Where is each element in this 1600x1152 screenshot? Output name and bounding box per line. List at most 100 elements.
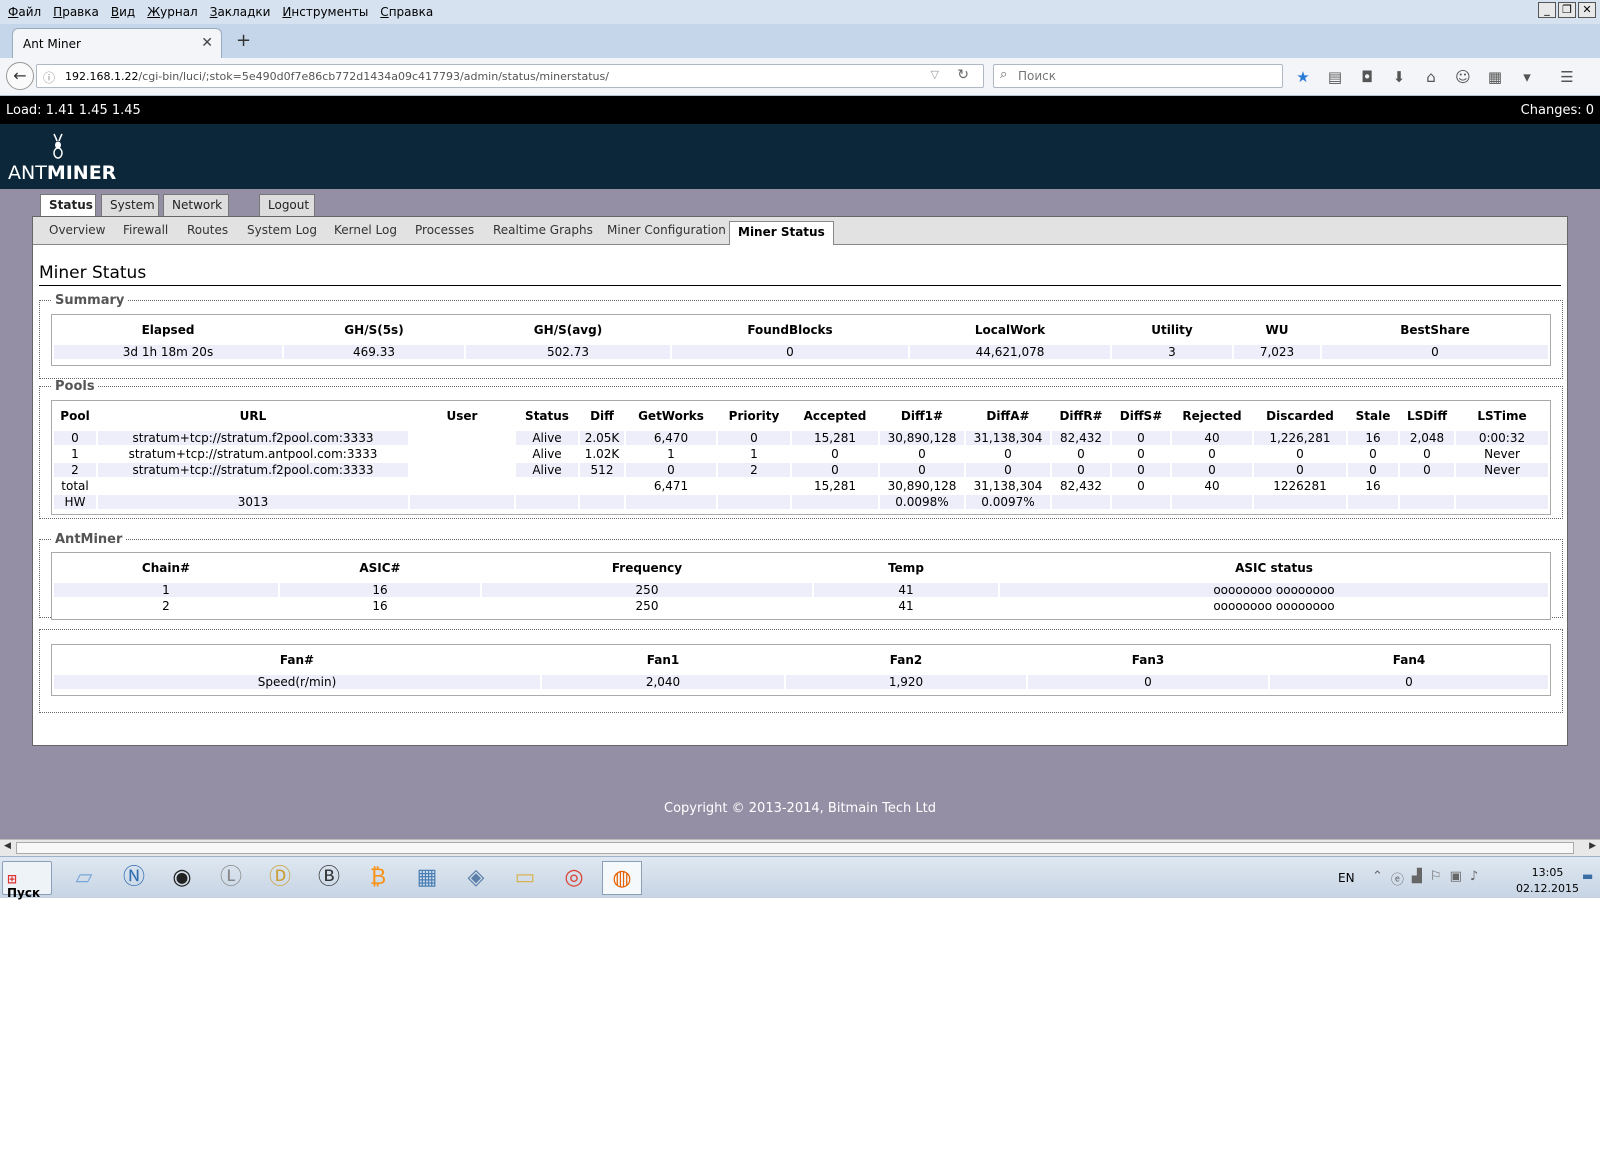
notepad-app-icon[interactable]: ▱ <box>64 861 104 895</box>
pool-lsdiff-cell <box>1400 479 1454 493</box>
pools-header: Accepted <box>803 409 867 423</box>
pool-accepted-cell <box>792 495 878 509</box>
changes-count[interactable]: Changes: 0 <box>1521 103 1594 118</box>
subtab-kernel-log[interactable]: Kernel Log <box>334 223 397 237</box>
pool-diff1-cell: 30,890,128 <box>880 431 964 445</box>
menu-file[interactable]: Файл <box>8 5 41 19</box>
menu-history[interactable]: Журнал <box>147 5 198 19</box>
addon-icon[interactable]: ▦ <box>1484 66 1506 88</box>
pools-header: LSDiff <box>1406 409 1448 423</box>
bookmarks-list-icon[interactable]: ▤ <box>1324 66 1346 88</box>
tab-status[interactable]: Status <box>40 194 96 217</box>
horizontal-scrollbar[interactable]: ◀ ▶ <box>0 839 1600 856</box>
show-desktop-icon[interactable]: ▬ <box>1582 869 1596 887</box>
pools-header: Status <box>525 409 569 423</box>
brand-bar: ANTMINER <box>0 124 1600 189</box>
litecoin-app-icon[interactable]: Ⓛ <box>211 861 251 895</box>
virtualbox-app-icon[interactable]: ◈ <box>456 861 496 895</box>
eye-app-icon[interactable]: ◉ <box>162 861 202 895</box>
security-icon[interactable]: ▣ <box>1450 869 1462 888</box>
pool-status-cell <box>516 479 578 493</box>
url-bar[interactable]: ⓘ 192.168.1.22/cgi-bin/luci/;stok=5e490d… <box>36 64 984 88</box>
pools-header: Stale <box>1355 409 1391 423</box>
url-dropdown-icon[interactable]: ▽ <box>931 68 939 81</box>
scroll-right-icon[interactable]: ▶ <box>1589 841 1596 851</box>
pool-lsdiff-cell: 0 <box>1400 463 1454 477</box>
page-title: Miner Status <box>39 263 147 283</box>
tab-logout[interactable]: Logout <box>259 194 315 216</box>
menu-view[interactable]: Вид <box>111 5 135 19</box>
antminer-header: Frequency <box>611 561 683 575</box>
bitcoin-app-icon[interactable]: ₿ <box>358 861 398 895</box>
pool-lstime-cell: Never <box>1456 447 1548 461</box>
minimize-icon[interactable]: _ <box>1538 2 1556 18</box>
pool-rejected-cell: 0 <box>1172 463 1252 477</box>
menu-edit[interactable]: Правка <box>53 5 99 19</box>
hamburger-menu-icon[interactable]: ☰ <box>1556 66 1578 88</box>
main-panel: Overview Firewall Routes System Log Kern… <box>32 216 1568 746</box>
fans-table: Fan# Fan1 Fan2 Fan3 Fan4 Speed(r/min) 2,… <box>51 644 1551 696</box>
search-placeholder: Поиск <box>1018 69 1057 83</box>
flag-icon[interactable]: ⚐ <box>1430 869 1442 888</box>
back-icon[interactable]: ← <box>6 62 34 90</box>
site-info-icon[interactable]: ⓘ <box>43 69 55 86</box>
subtab-system-log[interactable]: System Log <box>247 223 317 237</box>
logo-text-ant: ANT <box>8 162 47 184</box>
bookmark-star-icon[interactable]: ★ <box>1292 66 1314 88</box>
search-input[interactable]: ⌕ Поиск <box>993 64 1283 88</box>
pool-diffr-cell <box>1052 495 1110 509</box>
calculator-app-icon[interactable]: ▦ <box>407 861 447 895</box>
chat-icon[interactable]: ☺ <box>1452 66 1474 88</box>
menu-bookmarks[interactable]: Закладки <box>210 5 271 19</box>
summary-row: 3d 1h 18m 20s 469.33 502.73 0 44,621,078… <box>54 345 1548 359</box>
explorer-app-icon[interactable]: ▭ <box>505 861 545 895</box>
subtab-overview[interactable]: Overview <box>49 223 106 237</box>
subtab-miner-status[interactable]: Miner Status <box>729 221 834 245</box>
bitcoin-classic-app-icon[interactable]: Ⓑ <box>309 861 349 895</box>
home-icon[interactable]: ⌂ <box>1420 66 1442 88</box>
pool-accepted-cell: 0 <box>792 463 878 477</box>
dogecoin-app-icon[interactable]: Ⓓ <box>260 861 300 895</box>
subtab-routes[interactable]: Routes <box>187 223 228 237</box>
restore-icon[interactable]: ❐ <box>1558 2 1576 18</box>
summary-table: Elapsed GH/S(5s) GH/S(avg) FoundBlocks L… <box>51 314 1551 366</box>
tray-expand-icon[interactable]: ⌃ <box>1372 869 1383 888</box>
firefox-app-icon[interactable]: ◍ <box>602 861 642 895</box>
new-tab-icon[interactable]: + <box>236 30 251 51</box>
pool-discarded-cell: 0 <box>1254 447 1346 461</box>
pools-header: Discarded <box>1266 409 1334 423</box>
scroll-left-icon[interactable]: ◀ <box>4 841 11 851</box>
subtab-processes[interactable]: Processes <box>415 223 474 237</box>
scrollbar-thumb[interactable] <box>16 842 1574 854</box>
menu-help[interactable]: Справка <box>380 5 433 19</box>
start-button[interactable]: ⊞ Пуск <box>2 861 52 900</box>
tab-network[interactable]: Network <box>163 194 229 216</box>
pool-pool-cell: 1 <box>54 447 96 461</box>
language-indicator[interactable]: EN <box>1338 871 1355 885</box>
summary-header: Elapsed <box>141 323 195 337</box>
subtab-realtime-graphs[interactable]: Realtime Graphs <box>493 223 593 237</box>
subtab-firewall[interactable]: Firewall <box>123 223 168 237</box>
taskbar: ⊞ Пуск ▱ Ⓝ ◉ Ⓛ Ⓓ Ⓑ ₿ ▦ ◈ ▭ ◎ ◍ EN ⌃ ⓔ ▟ … <box>0 856 1600 900</box>
pocket-icon[interactable]: ◘ <box>1356 66 1378 88</box>
browser-tab[interactable]: Ant Miner ✕ <box>12 28 222 58</box>
tray-clock[interactable]: 13:05 02.12.2015 <box>1516 865 1579 897</box>
pool-pool-cell: 2 <box>54 463 96 477</box>
menu-tools[interactable]: Инструменты <box>282 5 368 19</box>
pool-diffs-cell: 0 <box>1112 431 1170 445</box>
pool-diffa-cell: 31,138,304 <box>966 479 1050 493</box>
subtab-miner-configuration[interactable]: Miner Configuration <box>607 223 726 237</box>
tab-system[interactable]: System <box>101 194 159 216</box>
pool-stale-cell: 16 <box>1348 479 1398 493</box>
nxt-app-icon[interactable]: Ⓝ <box>114 861 154 895</box>
download-icon[interactable]: ⬇ <box>1388 66 1410 88</box>
network-signal-icon[interactable]: ▟ <box>1412 869 1422 888</box>
logo-text: ANTMINER <box>8 162 116 184</box>
reload-icon[interactable]: ↻ <box>957 67 969 83</box>
chrome-app-icon[interactable]: ◎ <box>554 861 594 895</box>
close-tab-icon[interactable]: ✕ <box>201 35 213 51</box>
volume-icon[interactable]: ♪ <box>1470 869 1478 888</box>
close-window-icon[interactable]: ✕ <box>1578 2 1596 18</box>
tray-app-icon[interactable]: ⓔ <box>1391 869 1404 888</box>
addon-dropdown-icon[interactable]: ▾ <box>1516 66 1538 88</box>
